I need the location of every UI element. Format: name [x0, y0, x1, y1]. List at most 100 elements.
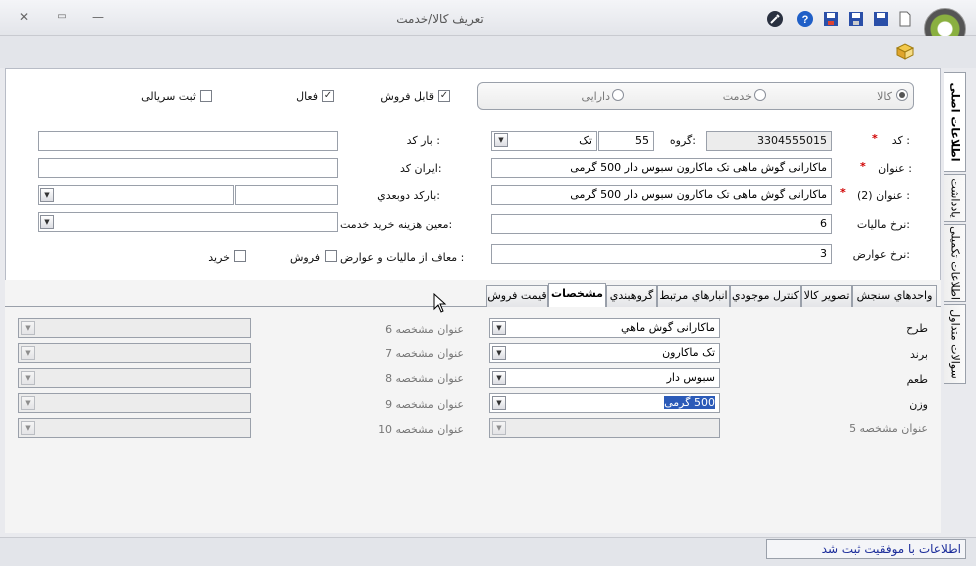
- spec-label-1: طرح: [906, 322, 928, 335]
- spec-dropdown-icon-10[interactable]: ▼: [21, 421, 35, 435]
- secondary-barcode-field-2[interactable]: [38, 185, 234, 205]
- side-tab-extra-info[interactable]: اطلاعات تکمیلی: [944, 224, 966, 302]
- spec-dropdown-icon-2[interactable]: ▼: [492, 346, 506, 360]
- active-label: فعال: [296, 90, 318, 103]
- spec-dropdown-icon-8[interactable]: ▼: [21, 371, 35, 385]
- radio-khedmat[interactable]: [754, 89, 766, 101]
- close-button[interactable]: ✕: [16, 10, 32, 24]
- spec-dropdown-icon-4[interactable]: ▼: [492, 396, 506, 410]
- mouse-cursor-icon: [433, 293, 447, 313]
- cost-center-label: معین هزینه خرید خدمت:: [340, 218, 452, 231]
- save-close-icon[interactable]: [872, 10, 890, 28]
- barcode-field[interactable]: [38, 131, 338, 151]
- save-as-icon[interactable]: [847, 10, 865, 28]
- box-icon[interactable]: [894, 40, 916, 60]
- side-tab-notes[interactable]: یادداشت: [944, 174, 966, 222]
- saleable-label: قابل فروش: [380, 90, 434, 103]
- saleable-checkbox[interactable]: ✓: [438, 90, 450, 102]
- spec-field-7[interactable]: [18, 343, 251, 363]
- radio-daraei[interactable]: [612, 89, 624, 101]
- tax-rate-field[interactable]: 6: [491, 214, 832, 234]
- code-required-mark: *: [872, 132, 878, 145]
- duty-rate-label: نرخ عوارض:: [852, 248, 910, 261]
- group-label: گروه:: [669, 134, 696, 147]
- save-icon[interactable]: [822, 10, 840, 28]
- side-tab-faq[interactable]: سوالات متداول: [944, 304, 966, 384]
- title2-field[interactable]: ماکارانی گوش ماهی تک ماکارون سبوس دار 50…: [491, 185, 832, 205]
- spec-dropdown-icon-1[interactable]: ▼: [492, 321, 506, 335]
- wrench-icon[interactable]: [766, 10, 784, 28]
- barcode-label: بار کد :: [406, 134, 440, 147]
- spec-dropdown-icon-3[interactable]: ▼: [492, 371, 506, 385]
- active-checkbox[interactable]: ✓: [322, 90, 334, 102]
- tab-grouping[interactable]: گروهبندي: [606, 285, 657, 307]
- tab-item-image[interactable]: تصوير کالا: [801, 285, 852, 307]
- spec-field-2[interactable]: تک ماکارون: [489, 343, 720, 363]
- title2-label: عنوان (2) :: [857, 189, 910, 202]
- title-field[interactable]: ماکارانی گوش ماهی تک ماکارون سبوس دار 50…: [491, 158, 832, 178]
- serial-checkbox[interactable]: [200, 90, 212, 102]
- spec-field-8[interactable]: [18, 368, 251, 388]
- item-type-group: [477, 82, 914, 110]
- spec-field-9[interactable]: [18, 393, 251, 413]
- exempt-buy-checkbox[interactable]: [234, 250, 246, 262]
- spec-field-4[interactable]: 500 گرمی: [489, 393, 720, 413]
- radio-khedmat-label: خدمت: [722, 90, 752, 103]
- duty-rate-field[interactable]: 3: [491, 244, 832, 264]
- exempt-sale-checkbox[interactable]: [325, 250, 337, 262]
- spec-field-10[interactable]: [18, 418, 251, 438]
- spec-label-6: عنوان مشخصه 6: [385, 323, 464, 336]
- secondary-barcode-dropdown-icon[interactable]: ▼: [40, 188, 54, 202]
- spec-field-1[interactable]: ماکارانی گوش ماهي: [489, 318, 720, 338]
- status-message: اطلاعات با موفقیت ثبت شد: [766, 539, 966, 559]
- group-code-field[interactable]: 55: [598, 131, 654, 151]
- spec-field-6[interactable]: [18, 318, 251, 338]
- title2-required-mark: *: [840, 186, 846, 199]
- side-tab-main-info[interactable]: اطلاعات اصلی: [944, 72, 966, 172]
- spec-field-3[interactable]: سبوس دار: [489, 368, 720, 388]
- tab-sale-price[interactable]: قیمت فروش: [486, 285, 548, 307]
- exempt-buy-label: خرید: [208, 251, 230, 264]
- tab-related-warehouses[interactable]: انبارهاي مرتبط: [657, 285, 730, 307]
- radio-daraei-label: دارایی: [581, 90, 610, 103]
- radio-kala[interactable]: [896, 89, 908, 101]
- spec-label-2: برند: [910, 348, 928, 361]
- tax-rate-label: نرخ مالیات:: [856, 218, 910, 231]
- tab-specs[interactable]: مشخصات: [548, 283, 606, 307]
- secondary-barcode-field-1[interactable]: [235, 185, 338, 205]
- serial-label: ثبت سريالی: [141, 90, 196, 103]
- spec-label-8: عنوان مشخصه 8: [385, 372, 464, 385]
- secondary-barcode-label: بارکد دوبعدي:: [377, 189, 440, 202]
- spec-label-7: عنوان مشخصه 7: [385, 347, 464, 360]
- spec-field-5[interactable]: [489, 418, 720, 438]
- group-dropdown-icon[interactable]: ▼: [494, 133, 508, 147]
- svg-text:?: ?: [802, 14, 809, 26]
- new-document-icon[interactable]: [896, 10, 914, 28]
- code-label: کد :: [891, 134, 910, 147]
- cost-center-dropdown-icon[interactable]: ▼: [40, 215, 54, 229]
- spec-dropdown-icon-7[interactable]: ▼: [21, 346, 35, 360]
- restore-button[interactable]: ▭: [54, 10, 70, 24]
- spec-label-4: وزن: [909, 398, 928, 411]
- spec-dropdown-icon-5[interactable]: ▼: [492, 421, 506, 435]
- spec-label-3: طعم: [906, 373, 928, 386]
- irancode-field[interactable]: [38, 158, 338, 178]
- spec-dropdown-icon-9[interactable]: ▼: [21, 396, 35, 410]
- help-icon[interactable]: ?: [796, 10, 814, 28]
- minimize-button[interactable]: —: [90, 10, 106, 24]
- radio-kala-label: کالا: [877, 90, 892, 103]
- exempt-sale-label: فروش: [290, 251, 321, 264]
- spec-label-5: عنوان مشخصه 5: [849, 422, 928, 435]
- window-title: تعريف کالا/خدمت: [396, 12, 484, 26]
- spec-field-4-selected-text: 500 گرمی: [664, 396, 715, 409]
- tab-inventory-control[interactable]: کنترل موجودي: [730, 285, 801, 307]
- code-field[interactable]: 3304555015: [706, 131, 832, 151]
- secondary-toolbar: [0, 36, 976, 68]
- exempt-label: معاف از مالیات و عوارض :: [340, 251, 465, 264]
- tab-measure-units[interactable]: واحدهاي سنجش: [852, 285, 937, 307]
- cost-center-field[interactable]: [38, 212, 338, 232]
- spec-dropdown-icon-6[interactable]: ▼: [21, 321, 35, 335]
- spec-label-10: عنوان مشخصه 10: [378, 423, 464, 436]
- title-required-mark: *: [860, 160, 866, 173]
- irancode-label: ایران کد:: [400, 162, 442, 175]
